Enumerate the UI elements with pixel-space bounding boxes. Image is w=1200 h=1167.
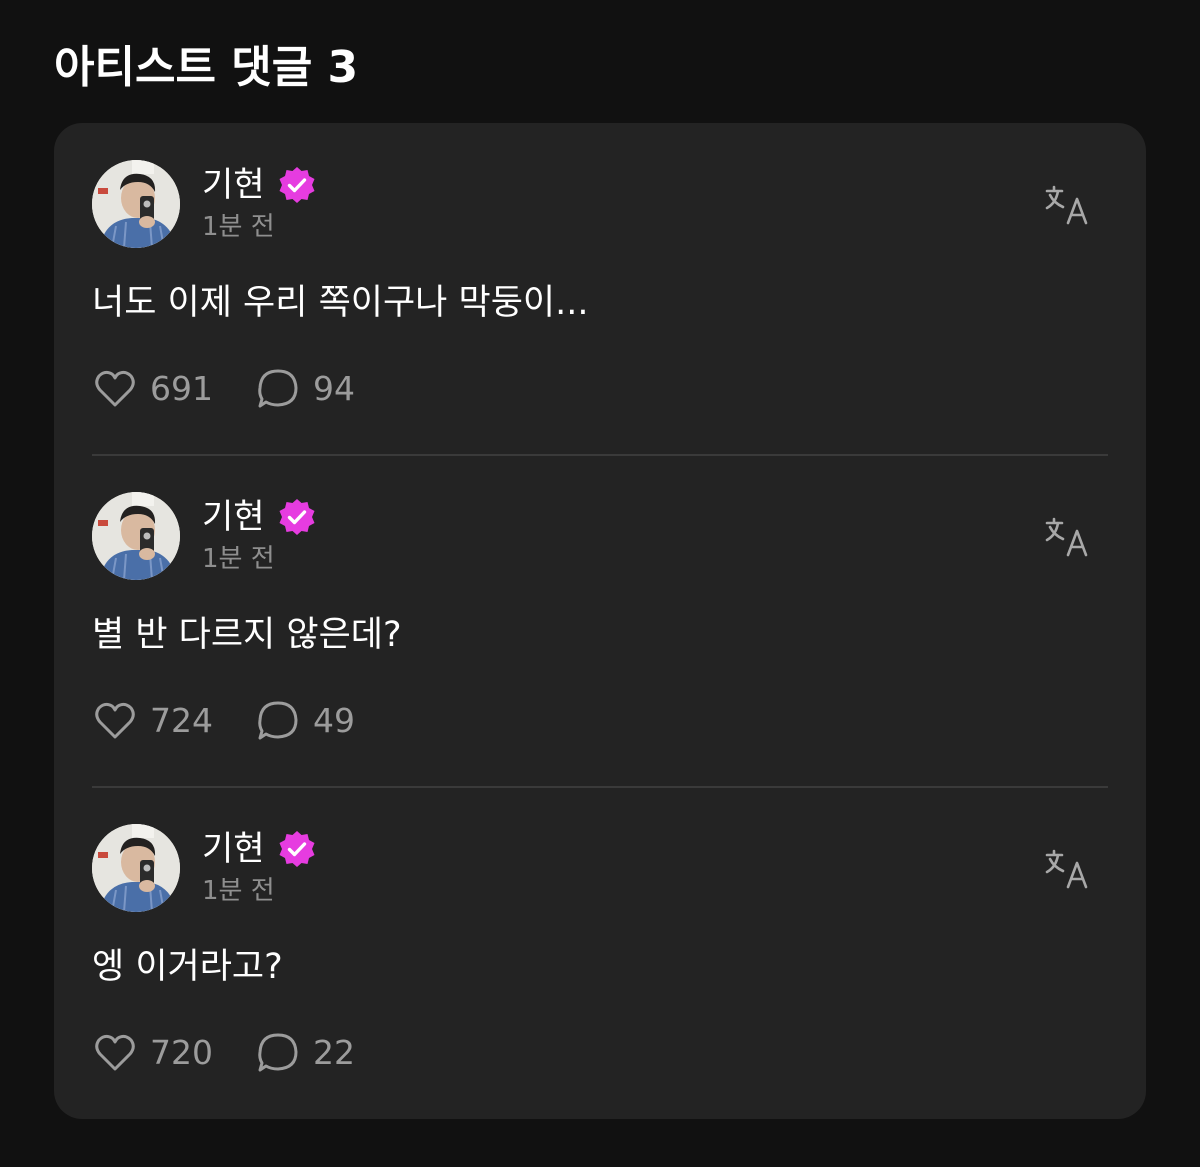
avatar-photo: [92, 160, 180, 248]
reply-count: 22: [313, 1033, 355, 1072]
reply-count: 94: [313, 369, 355, 408]
verified-badge-icon: [277, 497, 317, 537]
comment-text: 엥 이거라고?: [92, 947, 283, 987]
comment-item: 기현 1분 전 너도 이제 우리 쪽이구나 막둥이... 691 94: [54, 123, 1146, 455]
comment-actions: 720 22: [92, 1029, 355, 1077]
avatar[interactable]: [92, 824, 180, 912]
translate-button[interactable]: [1042, 843, 1094, 895]
translate-icon: [1045, 517, 1088, 557]
reply-button[interactable]: 94: [255, 366, 355, 412]
comment-author: 기현: [202, 495, 317, 539]
avatar[interactable]: [92, 160, 180, 248]
like-count: 691: [150, 369, 213, 408]
avatar[interactable]: [92, 492, 180, 580]
comment-timestamp: 1분 전: [202, 544, 275, 574]
reply-button[interactable]: 22: [255, 1030, 355, 1076]
heart-icon: [95, 702, 135, 739]
translate-button[interactable]: [1042, 511, 1094, 563]
author-name[interactable]: 기현: [202, 827, 265, 871]
translate-icon: [1045, 849, 1088, 889]
speech-bubble-icon: [258, 369, 298, 408]
comment-timestamp: 1분 전: [202, 212, 275, 242]
artist-comments-card: 기현 1분 전 너도 이제 우리 쪽이구나 막둥이... 691 94 기현 1…: [54, 123, 1146, 1119]
author-name[interactable]: 기현: [202, 495, 265, 539]
comment-author: 기현: [202, 163, 317, 207]
comment-item: 기현 1분 전 별 반 다르지 않은데? 724 49: [54, 455, 1146, 787]
avatar-photo: [92, 824, 180, 912]
verified-badge-icon: [277, 829, 317, 869]
speech-bubble-icon: [258, 1033, 298, 1072]
comment-author: 기현: [202, 827, 317, 871]
like-count: 724: [150, 701, 213, 740]
author-name[interactable]: 기현: [202, 163, 265, 207]
like-button[interactable]: 720: [92, 1030, 213, 1076]
like-button[interactable]: 724: [92, 698, 213, 744]
section-title: 아티스트 댓글 3: [54, 42, 359, 93]
comment-timestamp: 1분 전: [202, 876, 275, 906]
heart-icon: [95, 370, 135, 407]
comment-actions: 691 94: [92, 365, 355, 413]
comment-text: 너도 이제 우리 쪽이구나 막둥이...: [92, 283, 589, 323]
comment-text: 별 반 다르지 않은데?: [92, 615, 402, 655]
comment-item: 기현 1분 전 엥 이거라고? 720 22: [54, 787, 1146, 1119]
like-count: 720: [150, 1033, 213, 1072]
like-button[interactable]: 691: [92, 366, 213, 412]
speech-bubble-icon: [258, 701, 298, 740]
verified-badge-icon: [277, 165, 317, 205]
reply-count: 49: [313, 701, 355, 740]
comment-actions: 724 49: [92, 697, 355, 745]
translate-button[interactable]: [1042, 179, 1094, 231]
heart-icon: [95, 1034, 135, 1071]
avatar-photo: [92, 492, 180, 580]
translate-icon: [1045, 185, 1088, 225]
reply-button[interactable]: 49: [255, 698, 355, 744]
